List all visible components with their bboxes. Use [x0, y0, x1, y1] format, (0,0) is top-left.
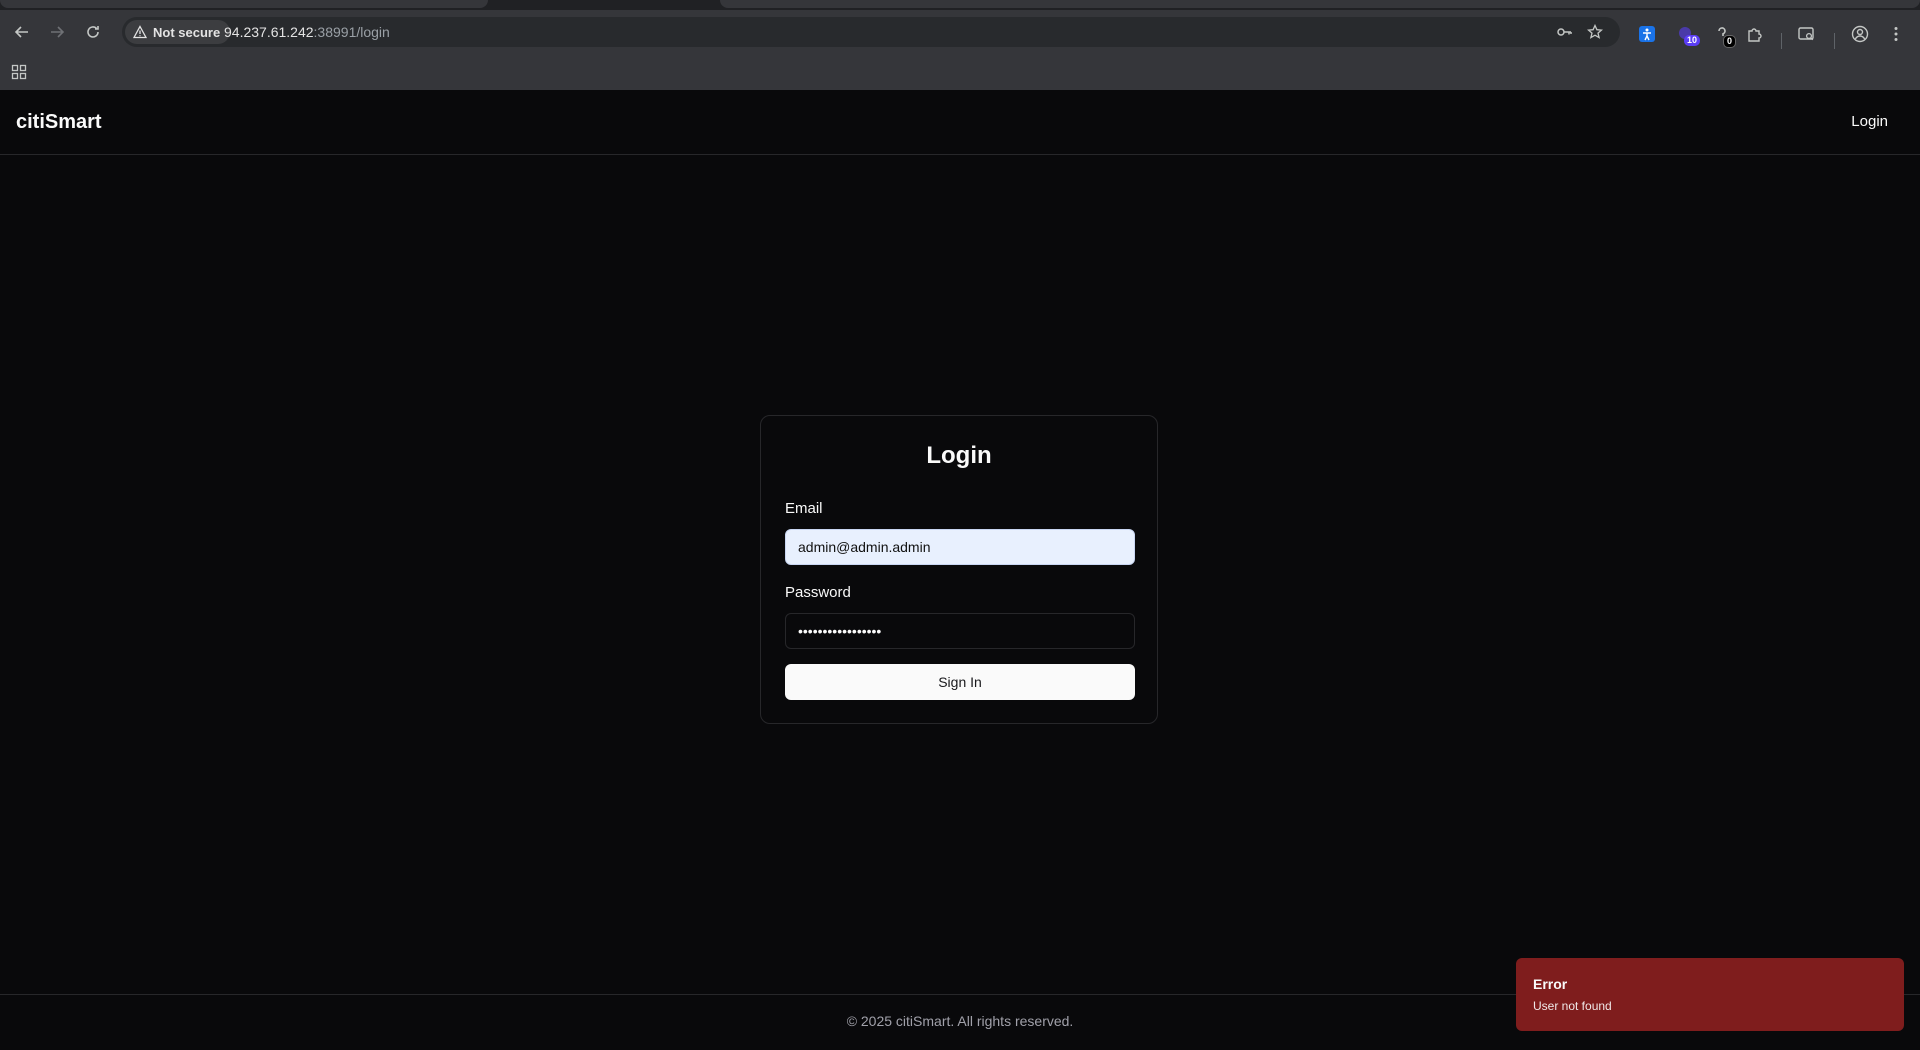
- login-card: Login Email admin@admin.admin Password •…: [760, 415, 1158, 724]
- warning-triangle-icon: [133, 25, 147, 39]
- url-text[interactable]: 94.237.61.242:38991/login: [224, 24, 390, 40]
- browser-tab-inactive[interactable]: [720, 0, 1920, 8]
- arrow-right-icon: [51, 26, 65, 38]
- toolbar-divider: [1781, 33, 1782, 49]
- url-host: 94.237.61.242: [224, 24, 314, 40]
- email-label: Email: [785, 500, 823, 517]
- tab-strip: [0, 0, 1920, 10]
- reload-button[interactable]: [80, 19, 106, 45]
- accessibility-extension-button[interactable]: [1636, 23, 1658, 45]
- arrow-left-icon: [14, 26, 28, 38]
- puzzle-piece-icon: [1748, 28, 1762, 42]
- profile-icon: [1851, 25, 1869, 43]
- profile-button[interactable]: [1849, 23, 1871, 45]
- reload-icon: [87, 26, 99, 38]
- password-field[interactable]: •••••••••••••••••: [785, 613, 1135, 649]
- kebab-menu-icon: [1894, 27, 1898, 41]
- extensions-menu-button[interactable]: [1744, 23, 1766, 45]
- side-panel-search-icon: [1798, 27, 1814, 41]
- key-icon: [1557, 28, 1572, 36]
- toolbar-divider: [1834, 33, 1835, 49]
- apps-grid-icon: [11, 64, 27, 80]
- password-label: Password: [785, 584, 851, 601]
- security-label: Not secure: [153, 24, 221, 40]
- bookmarks-bar: [0, 54, 1920, 91]
- login-title: Login: [926, 442, 992, 469]
- address-bar[interactable]: Not secure 94.237.61.242:38991/login: [122, 17, 1620, 47]
- puzzle-badge-extension-button[interactable]: 10: [1674, 23, 1701, 46]
- counter-extension-button[interactable]: 0: [1711, 23, 1737, 48]
- side-panel-button[interactable]: [1795, 23, 1817, 45]
- nav-login-link[interactable]: Login: [1851, 113, 1888, 130]
- extension-badge: 10: [1684, 35, 1701, 46]
- error-toast[interactable]: Error User not found: [1516, 958, 1904, 1031]
- url-path: :38991/login: [313, 24, 390, 40]
- extension-badge: 0: [1723, 35, 1737, 48]
- star-icon: [1587, 24, 1603, 39]
- browser-menu-button[interactable]: [1885, 23, 1907, 45]
- site-header: citiSmart Login: [0, 90, 1920, 155]
- apps-grid-button[interactable]: [11, 64, 27, 80]
- toast-description: User not found: [1533, 999, 1612, 1013]
- browser-toolbar: Not secure 94.237.61.242:38991/login 10 …: [0, 10, 1920, 54]
- toast-title: Error: [1533, 976, 1568, 992]
- accessibility-extension-icon: [1639, 26, 1655, 42]
- security-chip[interactable]: Not secure: [125, 20, 231, 44]
- email-field[interactable]: admin@admin.admin: [785, 529, 1135, 565]
- password-key-button[interactable]: [1554, 22, 1574, 42]
- browser-tab-inactive[interactable]: [0, 0, 488, 8]
- forward-button[interactable]: [44, 19, 70, 45]
- sign-in-button[interactable]: Sign In: [785, 664, 1135, 700]
- brand-logo[interactable]: citiSmart: [16, 111, 102, 134]
- back-button[interactable]: [9, 19, 35, 45]
- bookmark-star-button[interactable]: [1585, 22, 1605, 42]
